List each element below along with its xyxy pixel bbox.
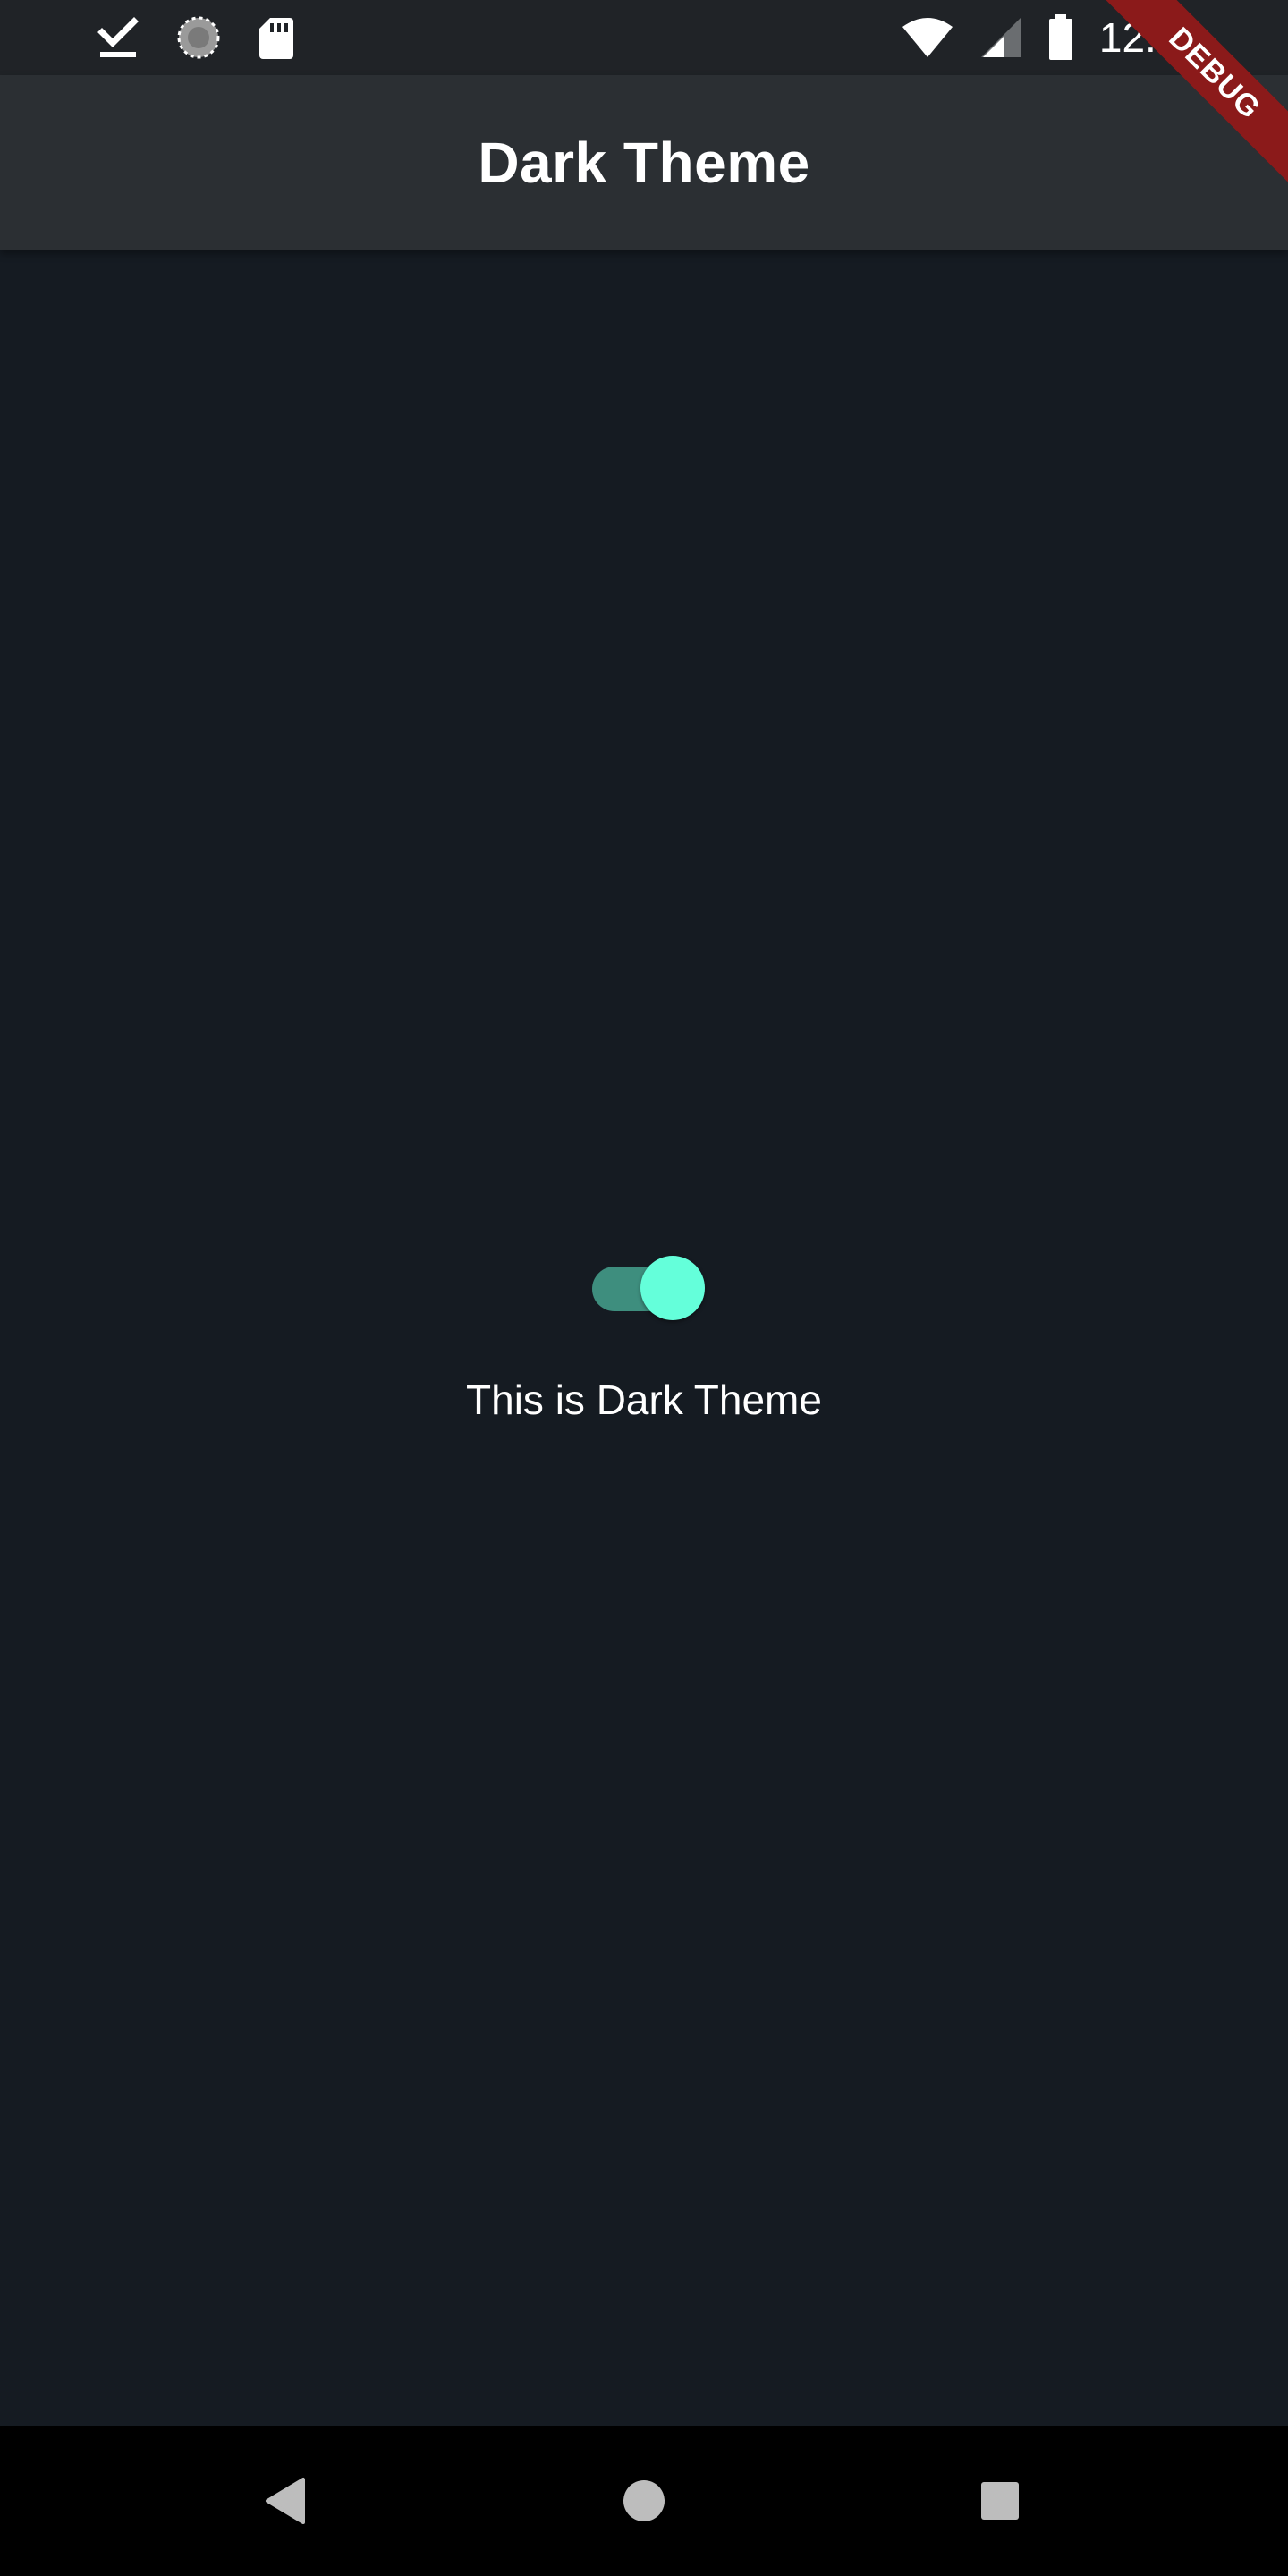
theme-label: This is Dark Theme <box>466 1377 822 1423</box>
home-icon <box>623 2480 665 2521</box>
switch-thumb[interactable] <box>640 1256 705 1320</box>
main-content: This is Dark Theme <box>0 250 1288 2426</box>
navigation-bar <box>0 2426 1288 2576</box>
status-bar: 12:46 <box>0 0 1288 75</box>
screen: 12:46 Dark Theme This is Dark Theme DEBU… <box>0 0 1288 2576</box>
home-button[interactable] <box>569 2426 719 2576</box>
back-button[interactable] <box>211 2426 361 2576</box>
app-bar: Dark Theme <box>0 75 1288 250</box>
battery-icon <box>1047 14 1074 61</box>
sync-progress-icon <box>175 14 222 61</box>
app-title: Dark Theme <box>478 131 810 195</box>
status-right-icons: 12:46 <box>901 14 1202 61</box>
recents-button[interactable] <box>925 2426 1075 2576</box>
theme-toggle-switch[interactable] <box>592 1256 707 1320</box>
cell-signal-icon <box>979 16 1022 59</box>
status-left-icons <box>97 14 295 61</box>
back-icon <box>266 2478 305 2524</box>
wifi-icon <box>901 16 954 59</box>
status-time: 12:46 <box>1098 14 1202 61</box>
download-done-icon <box>97 14 140 61</box>
sd-card-icon <box>258 14 295 61</box>
recents-icon <box>981 2482 1019 2520</box>
